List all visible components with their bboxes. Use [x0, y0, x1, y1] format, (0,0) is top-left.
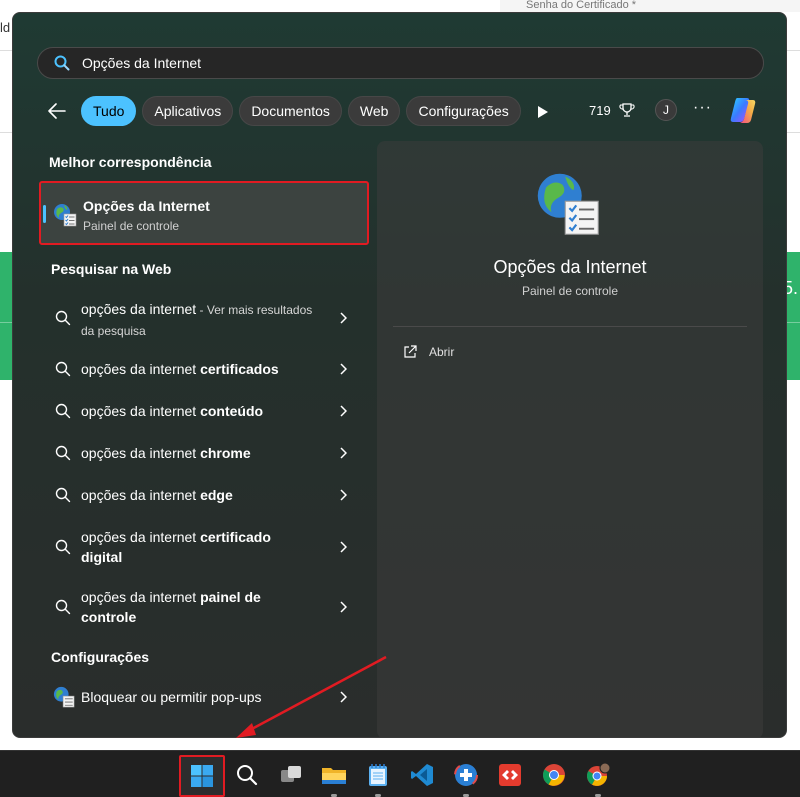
taskbar: [0, 750, 800, 797]
selection-indicator: [43, 205, 46, 223]
web-result-text: opções da internet: [81, 403, 201, 419]
web-result-text: opções da internet: [81, 445, 201, 461]
search-icon: [55, 599, 71, 615]
web-result-bold-text: conteúdo: [200, 403, 264, 419]
web-result-item[interactable]: opções da internet certificado digital: [39, 527, 369, 567]
web-result-bold-text: edge: [200, 487, 233, 503]
search-icon: [55, 361, 71, 377]
play-more-filters-icon[interactable]: [537, 105, 549, 119]
back-button[interactable]: [41, 95, 73, 127]
best-match-title: Opções da Internet: [83, 198, 210, 214]
web-result-item[interactable]: opções da internet - Ver mais resultados…: [39, 297, 369, 339]
search-box[interactable]: [37, 47, 764, 79]
notepad-button[interactable]: [360, 757, 396, 797]
rewards-points[interactable]: 719: [589, 103, 611, 118]
web-result-text: opções da internet: [81, 487, 201, 503]
task-view-button[interactable]: [273, 757, 309, 793]
filter-chip-configuracoes[interactable]: Configurações: [406, 96, 521, 126]
search-icon: [55, 539, 71, 555]
internet-options-large-icon: [537, 173, 599, 235]
web-result-text: opções da internet: [81, 589, 201, 605]
filter-chip-tudo[interactable]: Tudo: [81, 96, 137, 126]
best-match-result[interactable]: Opções da Internet Painel de controle: [39, 181, 369, 245]
web-result-item[interactable]: opções da internet painel de controle: [39, 587, 369, 627]
background-glyph: ld: [0, 20, 11, 35]
web-search-heading: Pesquisar na Web: [51, 261, 172, 277]
open-external-icon: [404, 345, 417, 358]
web-result-item[interactable]: opções da internet conteúdo: [39, 401, 369, 421]
chevron-right-icon: [340, 691, 347, 703]
search-icon: [55, 445, 71, 461]
app-plus-icon: [454, 763, 478, 787]
filter-chip-aplicativos[interactable]: Aplicativos: [142, 96, 234, 126]
web-result-item[interactable]: opções da internet chrome: [39, 443, 369, 463]
preview-title: Opções da Internet: [493, 257, 647, 277]
search-icon: [55, 403, 71, 419]
chevron-right-icon: [340, 541, 347, 553]
filter-bar: Tudo Aplicativos Documentos Web Configur…: [41, 95, 527, 127]
best-match-subtitle: Painel de controle: [83, 219, 180, 233]
chevron-right-icon: [340, 363, 347, 375]
settings-heading: Configurações: [51, 649, 150, 665]
search-icon: [55, 487, 71, 503]
open-action-button[interactable]: Abrir: [403, 345, 454, 359]
internet-options-icon: [53, 686, 75, 708]
anydesk-button[interactable]: [492, 757, 528, 793]
web-result-bold-text: certificados: [200, 361, 279, 377]
more-options-button[interactable]: ···: [693, 99, 712, 117]
preview-pane: Opções da Internet Painel de controle Ab…: [377, 141, 763, 737]
user-avatar[interactable]: J: [655, 99, 677, 121]
filter-chip-web[interactable]: Web: [347, 96, 401, 126]
search-input[interactable]: [82, 55, 702, 71]
chrome-icon: [543, 764, 565, 786]
file-explorer-icon: [322, 768, 346, 784]
task-view-icon: [281, 766, 301, 782]
vscode-icon: [411, 764, 433, 786]
windows-start-icon: [191, 765, 213, 787]
search-icon: [54, 55, 70, 71]
chrome-profile-icon: [587, 762, 611, 786]
web-result-item[interactable]: opções da internet certificados: [39, 359, 369, 379]
start-button[interactable]: [179, 755, 225, 797]
web-result-text: opções da internet: [81, 361, 201, 377]
open-action-label: Abrir: [429, 345, 455, 359]
best-match-heading: Melhor correspondência: [49, 154, 212, 170]
anydesk-icon: [499, 764, 521, 786]
filter-chip-documentos[interactable]: Documentos: [239, 96, 342, 126]
chevron-right-icon: [340, 312, 347, 324]
start-menu: Tudo Aplicativos Documentos Web Configur…: [12, 12, 787, 738]
search-icon: [55, 310, 71, 326]
chevron-right-icon: [340, 601, 347, 613]
taskbar-search-button[interactable]: [229, 757, 265, 793]
background-field-label: Senha do Certificado *: [500, 0, 800, 12]
trophy-icon[interactable]: [619, 102, 635, 118]
search-icon: [237, 765, 258, 786]
copilot-icon[interactable]: [727, 95, 759, 125]
internet-options-icon: [54, 204, 77, 227]
web-result-text: opções da internet: [81, 301, 197, 317]
chevron-right-icon: [340, 405, 347, 417]
app-plus-button[interactable]: [448, 757, 484, 797]
arrow-left-icon: [48, 103, 66, 119]
vscode-button[interactable]: [404, 757, 440, 793]
settings-result-item[interactable]: Bloquear ou permitir pop-ups: [39, 686, 369, 708]
file-explorer-button[interactable]: [316, 757, 352, 797]
preview-divider: [393, 326, 747, 327]
chevron-right-icon: [340, 447, 347, 459]
chevron-right-icon: [340, 489, 347, 501]
web-result-text: opções da internet: [81, 529, 201, 545]
notepad-icon: [369, 764, 387, 786]
web-result-bold-text: chrome: [200, 445, 251, 461]
preview-subtitle: Painel de controle: [521, 284, 619, 298]
chrome-button[interactable]: [536, 757, 572, 793]
chrome-profile-button[interactable]: [580, 757, 616, 797]
settings-result-text: Bloquear ou permitir pop-ups: [81, 689, 262, 705]
web-result-item[interactable]: opções da internet edge: [39, 485, 369, 505]
